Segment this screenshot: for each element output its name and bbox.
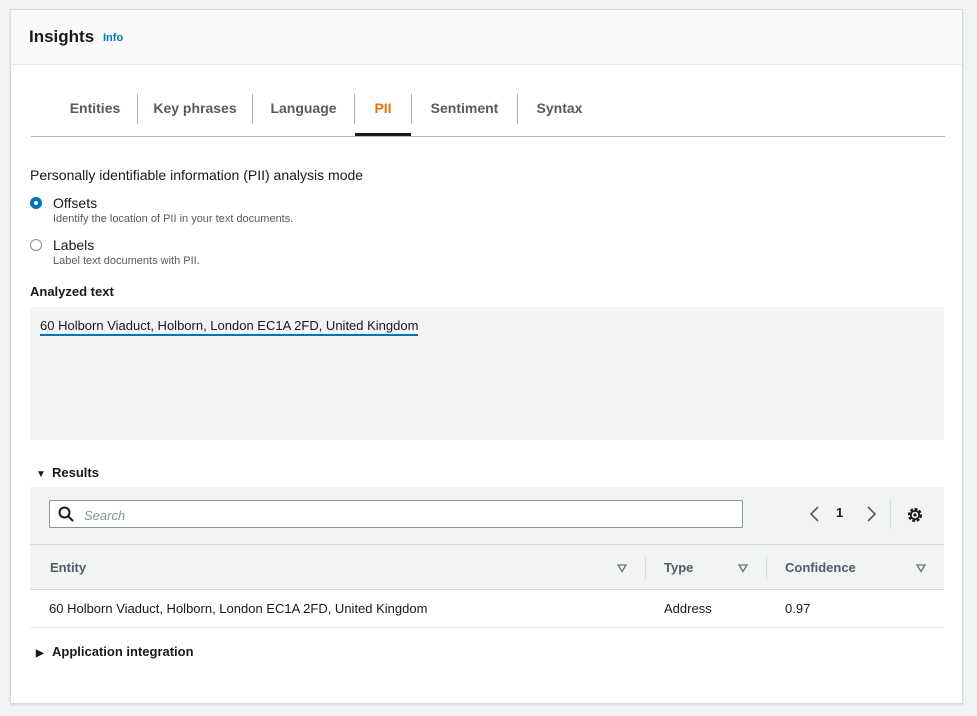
tab-sentiment[interactable]: Sentiment <box>412 92 517 135</box>
tab-bar: Entities Key phrases Language PII Sentim… <box>31 92 945 137</box>
offsets-radio-label[interactable]: Offsets <box>53 195 97 211</box>
column-entity[interactable]: Entity <box>50 560 86 575</box>
column-type[interactable]: Type <box>664 560 693 575</box>
table-row: 60 Holborn Viaduct, Holborn, London EC1A… <box>30 590 944 628</box>
labels-radio-label[interactable]: Labels <box>53 237 94 253</box>
search-input[interactable] <box>82 501 726 529</box>
search-icon <box>58 506 74 522</box>
table-header: Entity Type Confidence <box>30 544 944 590</box>
chevron-right-icon[interactable] <box>864 505 878 523</box>
sort-down-icon[interactable] <box>916 563 926 573</box>
caret-down-icon: ▼ <box>36 469 46 480</box>
column-confidence[interactable]: Confidence <box>785 560 856 575</box>
page-title: Insights <box>29 27 95 46</box>
sort-down-icon[interactable] <box>738 563 748 573</box>
info-link[interactable]: Info <box>103 32 123 44</box>
application-integration-label: Application integration <box>52 644 194 659</box>
chevron-left-icon[interactable] <box>808 505 822 523</box>
cell-type: Address <box>664 601 712 616</box>
results-toggle[interactable]: ▼ Results <box>36 465 99 480</box>
page-number[interactable]: 1 <box>836 505 843 520</box>
sort-down-icon[interactable] <box>617 563 627 573</box>
tab-key-phrases[interactable]: Key phrases <box>138 92 252 135</box>
column-divider <box>645 557 646 579</box>
labels-radio[interactable] <box>30 239 42 251</box>
toolbar-divider <box>890 499 891 529</box>
tab-pii[interactable]: PII <box>355 92 411 136</box>
labels-description: Label text documents with PII. <box>53 255 200 267</box>
pii-highlight[interactable]: 60 Holborn Viaduct, Holborn, London EC1A… <box>40 318 419 336</box>
analyzed-text-label: Analyzed text <box>30 284 114 299</box>
results-toolbar: 1 <box>30 487 944 544</box>
application-integration-toggle[interactable]: ▶ Application integration <box>36 644 194 659</box>
insights-panel: Insights Info Entities Key phrases Langu… <box>10 9 963 704</box>
pii-mode-label: Personally identifiable information (PII… <box>30 167 364 183</box>
panel-header: Insights Info <box>11 10 962 65</box>
caret-right-icon: ▶ <box>36 648 44 659</box>
offsets-radio[interactable] <box>30 197 42 209</box>
offsets-description: Identify the location of PII in your tex… <box>53 213 294 225</box>
column-divider <box>766 557 767 579</box>
results-label: Results <box>52 465 99 480</box>
tab-language[interactable]: Language <box>253 92 354 135</box>
cell-confidence: 0.97 <box>785 601 811 616</box>
analyzed-text-box: 60 Holborn Viaduct, Holborn, London EC1A… <box>30 307 944 440</box>
gear-icon[interactable] <box>906 506 924 524</box>
search-field[interactable] <box>49 500 743 529</box>
cell-entity: 60 Holborn Viaduct, Holborn, London EC1A… <box>49 601 428 616</box>
tab-entities[interactable]: Entities <box>51 92 139 135</box>
tab-syntax[interactable]: Syntax <box>518 92 601 135</box>
